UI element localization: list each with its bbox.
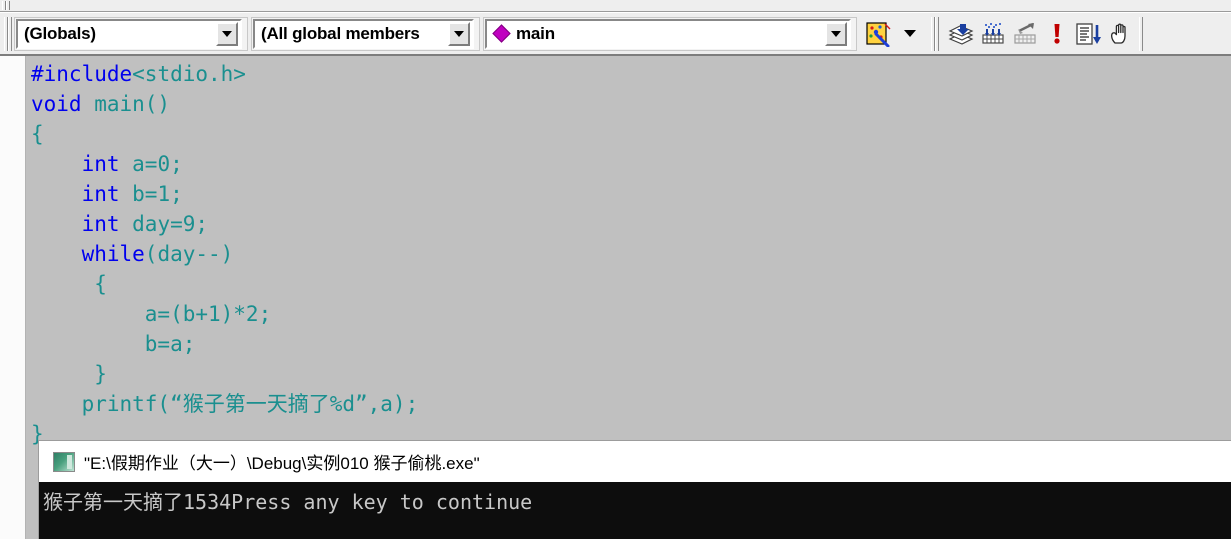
console-output-line: 猴子第一天摘了1534Press any key to continue: [43, 490, 533, 514]
code-line: int day=9;: [27, 209, 1231, 239]
disable-breakpoint-icon: [1014, 22, 1036, 44]
code-token: {: [31, 122, 44, 146]
code-line: int b=1;: [27, 179, 1231, 209]
toolbar-end-separator: [1137, 16, 1146, 51]
editor-gutter[interactable]: [0, 56, 26, 539]
code-token: day=9;: [119, 212, 209, 236]
wizard-bar: (Globals) (All global members main: [0, 12, 1231, 56]
code-line: a=(b+1)*2;: [27, 299, 1231, 329]
chevron-down-icon: [222, 30, 232, 37]
code-line: }: [27, 359, 1231, 389]
toolbar-empty-area: [1146, 16, 1231, 51]
code-token: main(): [81, 92, 171, 116]
code-token: b=a;: [31, 332, 196, 356]
vc6-window: (Globals) (All global members main #incl…: [0, 0, 1231, 539]
class-combo-value: (Globals): [24, 23, 96, 43]
insert-remove-breakpoint-button[interactable]: [946, 18, 976, 50]
show-next-statement-button[interactable]: [1074, 18, 1104, 50]
code-token: printf(“猴子第一天摘了%d”,a);: [31, 392, 419, 416]
caret-down-icon: [904, 30, 916, 37]
code-token: }: [31, 362, 107, 386]
member-combo-value: main: [516, 23, 555, 43]
top-toolbar-strip: [0, 0, 1231, 12]
member-combo[interactable]: main: [485, 18, 851, 49]
disable-breakpoint-button[interactable]: [1010, 18, 1040, 50]
code-token: int: [81, 212, 120, 236]
hand-tool-button[interactable]: [1106, 18, 1136, 50]
console-output-area[interactable]: 猴子第一天摘了1534Press any key to continue: [39, 482, 1231, 539]
code-token: while: [81, 242, 145, 266]
breakpoint-layers-icon: [948, 23, 974, 45]
code-line: {: [27, 269, 1231, 299]
code-line: {: [27, 119, 1231, 149]
wizard-bar-grip[interactable]: [3, 16, 12, 51]
hand-icon: [1111, 23, 1126, 44]
chevron-down-icon: [454, 30, 464, 37]
next-statement-icon: [1076, 22, 1101, 45]
console-title-text: "E:\假期作业（大一）\Debug\实例010 猴子偷桃.exe": [84, 454, 480, 473]
code-token: a=0;: [119, 152, 183, 176]
code-token: <stdio.h>: [132, 62, 246, 86]
chevron-down-icon: [831, 30, 841, 37]
enable-breakpoint-icon: [982, 22, 1004, 44]
code-token: a=(b+1)*2;: [31, 302, 272, 326]
code-token: b=1;: [119, 182, 183, 206]
member-combo-frame: main: [483, 16, 857, 51]
member-diamond-icon: [492, 24, 511, 43]
code-line: printf(“猴子第一天摘了%d”,a);: [27, 389, 1231, 419]
toolbar-separator: [930, 16, 939, 51]
enable-breakpoint-button[interactable]: [978, 18, 1008, 50]
class-combo[interactable]: (Globals): [16, 18, 242, 49]
breakpoints-button[interactable]: [1042, 18, 1072, 50]
code-line: void main(): [27, 89, 1231, 119]
code-token: int: [81, 152, 120, 176]
code-token: #include: [31, 62, 133, 86]
class-combo-dropdown-button[interactable]: [216, 21, 238, 46]
wizardbar-actions-dropdown[interactable]: [897, 18, 923, 50]
code-line: #include<stdio.h>: [27, 59, 1231, 89]
wizard-wand-icon: [866, 21, 891, 47]
console-app-icon: [53, 451, 75, 472]
filter-combo-dropdown-button[interactable]: [448, 21, 470, 46]
code-token: void: [31, 92, 82, 116]
code-line: int a=0;: [27, 149, 1231, 179]
class-combo-frame: (Globals): [14, 16, 248, 51]
filter-combo-frame: (All global members: [251, 16, 480, 51]
toolbar-grip-top[interactable]: [2, 1, 10, 10]
code-token: {: [31, 272, 107, 296]
code-token: (day--): [144, 242, 234, 266]
code-token: int: [81, 182, 120, 206]
filter-combo-value: (All global members: [261, 23, 420, 43]
filter-combo[interactable]: (All global members: [253, 18, 474, 49]
code-line: while(day--): [27, 239, 1231, 269]
console-window[interactable]: "E:\假期作业（大一）\Debug\实例010 猴子偷桃.exe" 猴子第一天…: [38, 440, 1231, 539]
code-line: b=a;: [27, 329, 1231, 359]
wizardbar-actions-button[interactable]: [861, 18, 895, 50]
console-title-bar[interactable]: "E:\假期作业（大一）\Debug\实例010 猴子偷桃.exe": [39, 441, 1231, 482]
red-exclamation-icon: [1054, 23, 1060, 44]
member-combo-dropdown-button[interactable]: [825, 21, 847, 46]
